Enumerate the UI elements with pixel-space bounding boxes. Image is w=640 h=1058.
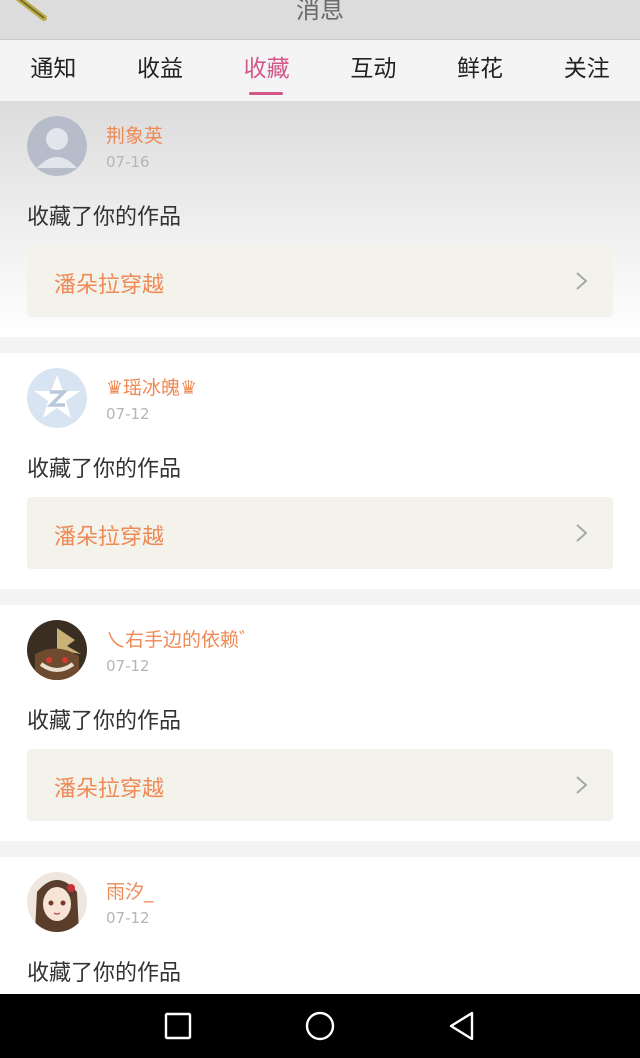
work-link[interactable]: 潘朵拉穿越 <box>27 749 613 821</box>
divider <box>0 589 640 605</box>
chevron-right-icon <box>576 776 588 794</box>
home-icon[interactable] <box>302 1008 338 1044</box>
tab-bar: 通知 收益 收藏 互动 鲜花 关注 <box>0 41 640 101</box>
tab-notice[interactable]: 通知 <box>0 41 107 101</box>
work-link[interactable]: 潘朵拉穿越 <box>27 245 613 317</box>
list-item: ♛瑶冰魄♛ 07-12 收藏了你的作品 潘朵拉穿越 <box>0 353 640 589</box>
username[interactable]: 荆象英 <box>106 121 163 148</box>
tab-earnings[interactable]: 收益 <box>107 41 214 101</box>
back-icon[interactable] <box>444 1008 480 1044</box>
action-text: 收藏了你的作品 <box>27 709 182 734</box>
divider <box>0 337 640 353</box>
work-title: 潘朵拉穿越 <box>54 525 165 550</box>
date: 07-12 <box>106 405 150 423</box>
tab-following[interactable]: 关注 <box>533 41 640 101</box>
app-screen: 消息 通知 收益 收藏 互动 鲜花 关注 荆象英 07-16 收藏了你的作品 潘… <box>0 0 640 1058</box>
work-title: 潘朵拉穿越 <box>54 273 165 298</box>
work-link[interactable]: 潘朵拉穿越 <box>27 497 613 569</box>
list-item: 乀右手边的依赖゛ 07-12 收藏了你的作品 潘朵拉穿越 <box>0 605 640 841</box>
list-item: 荆象英 07-16 收藏了你的作品 潘朵拉穿越 <box>0 101 640 337</box>
recent-apps-icon[interactable] <box>160 1008 196 1044</box>
message-list: 荆象英 07-16 收藏了你的作品 潘朵拉穿越 ♛瑶冰魄♛ 07-12 收藏了你… <box>0 101 640 1058</box>
chevron-right-icon <box>576 272 588 290</box>
qq-avatar[interactable] <box>27 368 87 428</box>
divider <box>0 841 640 857</box>
action-text: 收藏了你的作品 <box>27 961 182 986</box>
active-tab-indicator <box>249 92 284 95</box>
anime-girl-avatar[interactable] <box>27 872 87 932</box>
photo-avatar[interactable] <box>27 620 87 680</box>
default-avatar[interactable] <box>27 116 87 176</box>
tab-flowers[interactable]: 鲜花 <box>427 41 534 101</box>
tab-interaction[interactable]: 互动 <box>320 41 427 101</box>
action-text: 收藏了你的作品 <box>27 205 182 230</box>
username[interactable]: 雨汐_ <box>106 877 154 904</box>
username[interactable]: ♛瑶冰魄♛ <box>106 373 197 400</box>
username[interactable]: 乀右手边的依赖゛ <box>106 625 258 652</box>
title-bar: 消息 <box>0 0 640 40</box>
page-title: 消息 <box>296 0 344 24</box>
date: 07-12 <box>106 657 150 675</box>
action-text: 收藏了你的作品 <box>27 457 182 482</box>
work-title: 潘朵拉穿越 <box>54 777 165 802</box>
system-nav-bar <box>0 994 640 1058</box>
date: 07-12 <box>106 909 150 927</box>
tab-favorites[interactable]: 收藏 <box>213 41 320 101</box>
date: 07-16 <box>106 153 150 171</box>
chevron-right-icon <box>576 524 588 542</box>
